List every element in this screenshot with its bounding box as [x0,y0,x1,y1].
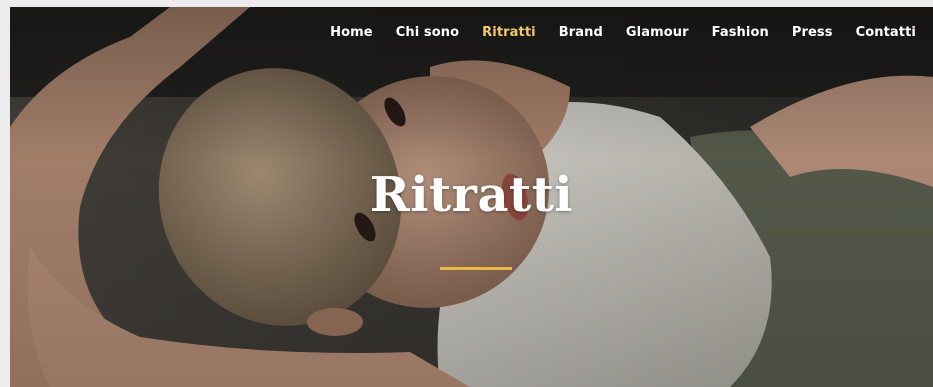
title-underline-divider [440,267,512,270]
hero-section: Home Chi sono Ritratti Brand Glamour Fas… [10,7,933,387]
nav-item-contatti[interactable]: Contatti [856,25,916,40]
nav-item-press[interactable]: Press [792,25,833,40]
nav-item-chi-sono[interactable]: Chi sono [396,25,459,40]
page-title: Ritratti [369,167,574,223]
nav-item-home[interactable]: Home [330,25,373,40]
nav-item-fashion[interactable]: Fashion [712,25,769,40]
nav-item-brand[interactable]: Brand [559,25,603,40]
main-navigation: Home Chi sono Ritratti Brand Glamour Fas… [307,25,916,40]
nav-item-ritratti[interactable]: Ritratti [482,25,536,40]
nav-item-glamour[interactable]: Glamour [626,25,689,40]
